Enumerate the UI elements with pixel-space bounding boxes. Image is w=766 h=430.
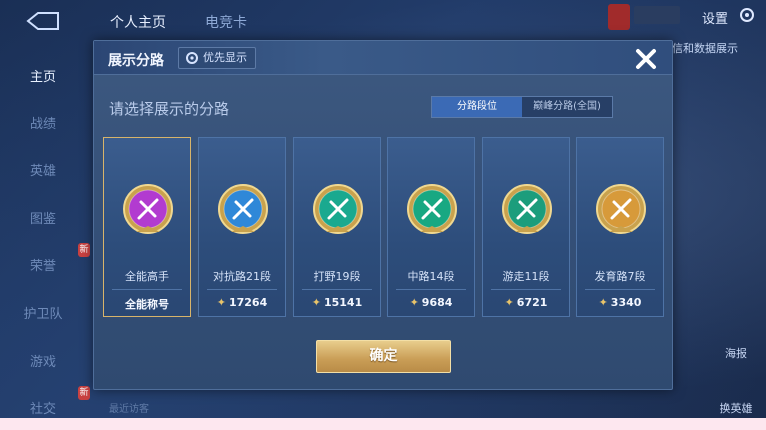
divider (302, 289, 372, 290)
divider (112, 289, 182, 290)
sidebar-item-record[interactable]: 战绩 (0, 113, 86, 132)
bow-emblem-icon (596, 184, 646, 234)
lane-card[interactable]: 对抗路21段 ✦ 17264 (198, 137, 286, 317)
sidebar-item-game[interactable]: 游戏 (0, 351, 86, 370)
top-banner[interactable] (634, 6, 680, 24)
behind-data-text: 信和数据展示 (672, 42, 738, 55)
sidebar-item-atlas[interactable]: 图鉴 (0, 208, 86, 227)
lane-score: ✦ 9684 (388, 296, 474, 309)
tab-lane-rank[interactable]: 分路段位 (432, 97, 522, 117)
sidebar-item-social[interactable]: 社交 (0, 398, 86, 417)
divider (585, 289, 655, 290)
settings-button[interactable]: 设置 (702, 8, 728, 27)
sidebar-item-home[interactable]: 主页 (0, 66, 86, 85)
star-icon: ✦ (504, 296, 514, 309)
lane-score: ✦ 6721 (483, 296, 569, 309)
select-lane-modal: 展示分路 优先显示 请选择展示的分路 分路段位 巅峰分路(全国) 全能高手全能称… (93, 40, 673, 390)
modal-subtitle: 请选择展示的分路 (109, 100, 230, 118)
segment-control: 分路段位 巅峰分路(全国) (431, 96, 613, 118)
modal-title: 展示分路 (108, 53, 164, 69)
sidebar-item-honor[interactable]: 荣誉 (0, 255, 86, 274)
qr-icon[interactable] (608, 4, 630, 30)
divider (396, 289, 466, 290)
new-badge: 新 (78, 386, 90, 400)
modal-header: 展示分路 优先显示 (94, 41, 672, 75)
lane-card[interactable]: 中路14段 ✦ 9684 (387, 137, 475, 317)
mid-emblem-icon (407, 184, 457, 234)
lane-score: ✦ 3340 (577, 296, 663, 309)
new-badge: 新 (78, 243, 90, 257)
lane-score-value: 17264 (228, 296, 268, 309)
lane-card[interactable]: 游走11段 ✦ 6721 (482, 137, 570, 317)
dragon-emblem-icon (313, 184, 363, 234)
lane-score-value: 3340 (610, 296, 642, 309)
close-icon[interactable] (631, 44, 661, 74)
lane-card[interactable]: 打野19段 ✦ 15141 (293, 137, 381, 317)
lane-name: 对抗路21段 (213, 270, 271, 283)
gear-icon (186, 52, 198, 64)
lane-score: ✦ 17264 (199, 296, 285, 309)
lane-name: 全能高手 (125, 270, 169, 283)
star-icon: ✦ (409, 296, 419, 309)
lane-score-value: 6721 (516, 296, 548, 309)
divider (207, 289, 277, 290)
tab-profile[interactable]: 个人主页 (110, 12, 166, 32)
back-icon[interactable] (22, 10, 62, 32)
confirm-button[interactable]: 确定 (316, 340, 451, 373)
allround-emblem-icon (123, 184, 173, 234)
lane-card[interactable]: 全能高手 全能称号 (103, 137, 191, 317)
lane-score: 全能称号 (104, 296, 190, 312)
priority-label: 优先显示 (203, 51, 247, 64)
lane-name: 中路14段 (407, 270, 455, 283)
priority-display-button[interactable]: 优先显示 (178, 47, 256, 69)
star-icon: ✦ (598, 296, 608, 309)
lane-name: 发育路7段 (594, 270, 646, 283)
gear-icon[interactable] (738, 6, 756, 24)
switch-hero-button[interactable]: 换英雄 (716, 400, 756, 416)
sword-emblem-icon (218, 184, 268, 234)
lane-score-value: 15141 (323, 296, 363, 309)
tab-esports-card[interactable]: 电竞卡 (205, 12, 247, 32)
bottom-strip (0, 418, 766, 430)
wing-emblem-icon (502, 184, 552, 234)
tab-peak-lane[interactable]: 巅峰分路(全国) (522, 97, 612, 117)
star-icon: ✦ (216, 296, 226, 309)
star-icon: ✦ (311, 296, 321, 309)
sidebar-item-hero[interactable]: 英雄 (0, 160, 86, 179)
poster-button[interactable]: 海报 (716, 345, 756, 361)
lane-name: 游走11段 (502, 270, 550, 283)
lane-score-value: 全能称号 (125, 298, 169, 311)
lane-card[interactable]: 发育路7段 ✦ 3340 (576, 137, 664, 317)
lane-name: 打野19段 (313, 270, 361, 283)
divider (491, 289, 561, 290)
lane-score-value: 9684 (421, 296, 453, 309)
sidebar-item-guard[interactable]: 护卫队 (0, 303, 86, 322)
recent-visitors-label: 最近访客 (109, 404, 149, 415)
lane-score: ✦ 15141 (294, 296, 380, 309)
